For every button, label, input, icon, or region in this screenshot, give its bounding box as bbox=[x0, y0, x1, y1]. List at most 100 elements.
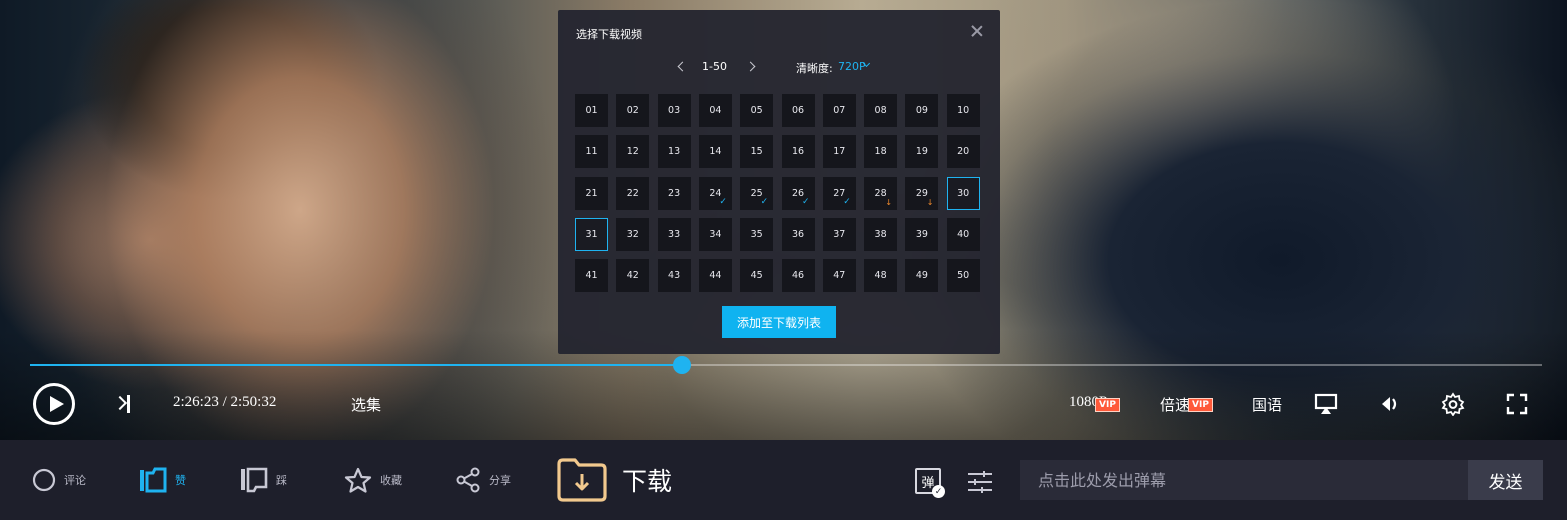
episode-21-button[interactable]: 21 bbox=[575, 176, 608, 210]
episode-number: 04 bbox=[709, 105, 722, 116]
episode-02-button[interactable]: 02 bbox=[616, 94, 650, 127]
episode-40-button[interactable]: 40 bbox=[946, 217, 980, 251]
episode-number: 22 bbox=[626, 187, 639, 199]
next-episode-icon[interactable] bbox=[113, 393, 133, 415]
close-icon[interactable] bbox=[970, 24, 984, 38]
episode-number: 37 bbox=[833, 228, 846, 240]
episode-42-button[interactable]: 42 bbox=[616, 259, 650, 293]
episode-16-button[interactable]: 16 bbox=[781, 135, 815, 169]
language-button[interactable]: 国语 bbox=[1252, 394, 1282, 415]
episode-number: 19 bbox=[915, 146, 928, 158]
episode-12-button[interactable]: 12 bbox=[616, 135, 650, 169]
settings-icon[interactable] bbox=[1441, 392, 1465, 416]
episode-28-button[interactable]: 28 ↓ bbox=[864, 176, 898, 210]
episode-19-button[interactable]: 19 bbox=[905, 135, 939, 169]
episode-24-button[interactable]: 24 ✓ bbox=[698, 176, 732, 210]
danmu-toggle[interactable]: 弹 ✓ bbox=[915, 468, 945, 498]
airplay-icon[interactable] bbox=[1314, 392, 1338, 416]
episode-number: 03 bbox=[668, 105, 681, 116]
episode-22-button[interactable]: 22 bbox=[616, 176, 650, 210]
episode-15-button[interactable]: 15 bbox=[740, 135, 774, 169]
danmu-settings-icon[interactable] bbox=[967, 470, 993, 494]
send-danmu-button[interactable]: 发送 bbox=[1468, 460, 1543, 500]
volume-icon[interactable] bbox=[1379, 392, 1403, 416]
episode-05-button[interactable]: 05 bbox=[740, 94, 774, 127]
episode-number: 33 bbox=[668, 228, 681, 240]
episode-number: 46 bbox=[791, 270, 805, 282]
episode-number: 38 bbox=[874, 228, 887, 240]
episode-18-button[interactable]: 18 bbox=[864, 135, 898, 169]
episode-38-button[interactable]: 38 bbox=[864, 217, 898, 251]
episode-35-button[interactable]: 35 bbox=[740, 217, 774, 251]
episode-48-button[interactable]: 48 bbox=[864, 259, 898, 293]
episode-pager: 1-50 清晰度: 720P bbox=[558, 59, 1000, 76]
comment-icon bbox=[32, 468, 56, 492]
episode-29-button[interactable]: 29 ↓ bbox=[905, 176, 939, 210]
like-button[interactable]: 赞 bbox=[139, 440, 186, 520]
episode-06-button[interactable]: 06 bbox=[781, 94, 815, 127]
page-range: 1-50 bbox=[702, 60, 727, 73]
favorite-button[interactable]: 收藏 bbox=[344, 440, 402, 520]
add-to-download-list-button[interactable]: 添加至下载列表 bbox=[722, 306, 836, 338]
episode-33-button[interactable]: 33 bbox=[657, 217, 691, 251]
episodes-button[interactable]: 选集 bbox=[351, 394, 381, 415]
chevron-left-icon[interactable] bbox=[677, 61, 688, 72]
episode-01-button[interactable]: 01 bbox=[575, 94, 608, 127]
episode-41-button[interactable]: 41 bbox=[575, 259, 608, 293]
speed-button[interactable]: 倍速 bbox=[1160, 394, 1190, 415]
play-icon[interactable] bbox=[33, 383, 75, 425]
episode-49-button[interactable]: 49 bbox=[905, 259, 939, 293]
episode-45-button[interactable]: 45 bbox=[740, 259, 774, 293]
episode-25-button[interactable]: 25 ✓ bbox=[740, 176, 774, 210]
episode-09-button[interactable]: 09 bbox=[905, 94, 939, 127]
progress-thumb[interactable] bbox=[673, 356, 691, 374]
episode-30-button[interactable]: 30 bbox=[946, 176, 980, 210]
episode-04-button[interactable]: 04 bbox=[698, 94, 732, 127]
episode-13-button[interactable]: 13 bbox=[657, 135, 691, 169]
episode-08-button[interactable]: 08 bbox=[864, 94, 898, 127]
episode-23-button[interactable]: 23 bbox=[657, 176, 691, 210]
episode-34-button[interactable]: 34 bbox=[698, 217, 732, 251]
episode-17-button[interactable]: 17 bbox=[822, 135, 856, 169]
danmu-input[interactable] bbox=[1020, 460, 1468, 500]
episode-number: 49 bbox=[915, 270, 928, 282]
episode-03-button[interactable]: 03 bbox=[657, 94, 691, 127]
episode-number: 01 bbox=[585, 105, 598, 116]
episode-number: 36 bbox=[791, 228, 805, 240]
episode-number: 23 bbox=[668, 187, 681, 199]
episode-number: 39 bbox=[915, 228, 928, 240]
comment-button[interactable]: 评论 bbox=[32, 440, 86, 520]
episode-number: 41 bbox=[585, 270, 598, 282]
episode-47-button[interactable]: 47 bbox=[822, 259, 856, 293]
episode-14-button[interactable]: 14 bbox=[698, 135, 732, 169]
episode-07-button[interactable]: 07 bbox=[822, 94, 856, 127]
quality-select[interactable]: 720P bbox=[838, 60, 866, 73]
episode-39-button[interactable]: 39 bbox=[905, 217, 939, 251]
episode-36-button[interactable]: 36 bbox=[781, 217, 815, 251]
episode-10-button[interactable]: 10 bbox=[946, 94, 980, 127]
share-button[interactable]: 分享 bbox=[455, 440, 511, 520]
download-button[interactable]: 下载 bbox=[556, 440, 672, 520]
dislike-button[interactable]: 踩 bbox=[240, 440, 287, 520]
episode-26-button[interactable]: 26 ✓ bbox=[781, 176, 815, 210]
episode-31-button[interactable]: 31 bbox=[575, 217, 608, 251]
progress-track[interactable] bbox=[30, 356, 1542, 374]
episode-32-button[interactable]: 32 bbox=[616, 217, 650, 251]
episode-37-button[interactable]: 37 bbox=[822, 217, 856, 251]
episode-11-button[interactable]: 11 bbox=[575, 135, 608, 169]
star-icon bbox=[344, 467, 372, 493]
episode-number: 30 bbox=[957, 187, 970, 199]
downloading-arrow-icon: ↓ bbox=[885, 197, 893, 207]
episode-43-button[interactable]: 43 bbox=[657, 259, 691, 293]
episode-number: 14 bbox=[709, 146, 722, 158]
fullscreen-icon[interactable] bbox=[1505, 392, 1529, 416]
episode-27-button[interactable]: 27 ✓ bbox=[822, 176, 856, 210]
episode-20-button[interactable]: 20 bbox=[946, 135, 980, 169]
episode-number: 34 bbox=[709, 228, 722, 240]
episode-50-button[interactable]: 50 bbox=[946, 259, 980, 293]
episode-number: 45 bbox=[750, 270, 763, 282]
chevron-right-icon[interactable] bbox=[745, 61, 756, 72]
share-icon bbox=[456, 467, 480, 493]
episode-44-button[interactable]: 44 bbox=[698, 259, 732, 293]
episode-46-button[interactable]: 46 bbox=[781, 259, 815, 293]
